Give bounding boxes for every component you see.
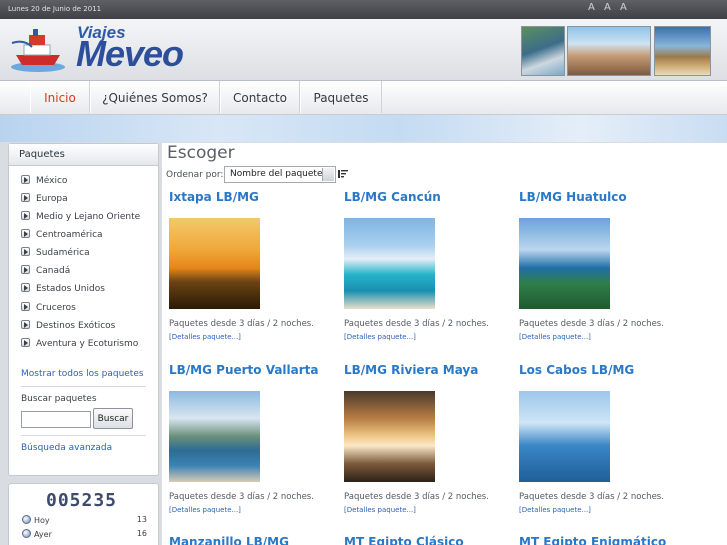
- arrow-bullet-icon: [21, 283, 30, 292]
- order-select[interactable]: Nombre del paquete: [224, 166, 336, 183]
- arrow-bullet-icon: [21, 229, 30, 238]
- package-title[interactable]: Manzanillo LB/MG: [169, 535, 289, 545]
- package-details-link[interactable]: [Detalles paquete...]: [169, 333, 241, 341]
- sort-direction-icon[interactable]: [338, 169, 348, 179]
- package-title[interactable]: Los Cabos LB/MG: [519, 363, 634, 377]
- package-title[interactable]: LB/MG Puerto Vallarta: [169, 363, 319, 377]
- package-desc: Paquetes desde 3 días / 2 noches.: [344, 319, 489, 329]
- current-date: Lunes 20 de Junio de 2011: [8, 5, 102, 13]
- show-all-packages-link[interactable]: Mostrar todos los paquetes: [21, 369, 144, 379]
- order-label: Ordenar por:: [166, 170, 224, 180]
- sidebar-item-estados-unidos[interactable]: Estados Unidos: [21, 282, 105, 296]
- arrow-bullet-icon: [21, 302, 30, 311]
- logo-text-big[interactable]: Meveo: [76, 33, 184, 75]
- sidebar-item-europa[interactable]: Europa: [21, 192, 68, 206]
- package-details-link[interactable]: [Detalles paquete...]: [344, 333, 416, 341]
- top-strip: Lunes 20 de Junio de 2011 A A A: [0, 0, 727, 19]
- package-title[interactable]: LB/MG Riviera Maya: [344, 363, 478, 377]
- arrow-bullet-icon: [21, 320, 30, 329]
- nav-item-contacto[interactable]: Contacto: [220, 81, 300, 113]
- counter-row-today: Hoy 13: [22, 515, 147, 525]
- package-image[interactable]: [344, 391, 435, 482]
- font-size-controls[interactable]: A A A: [588, 2, 630, 13]
- sidebar-title: Paquetes: [9, 144, 158, 166]
- package-title[interactable]: LB/MG Cancún: [344, 190, 441, 204]
- sidebar-packages: Paquetes México Europa Medio y Lejano Or…: [8, 143, 159, 476]
- counter-row-yesterday: Ayer 16: [22, 529, 147, 539]
- sidebar-item-aventura[interactable]: Aventura y Ecoturismo: [21, 337, 138, 351]
- visitor-total: 005235: [46, 490, 118, 511]
- yesterday-icon: [22, 529, 31, 538]
- package-desc: Paquetes desde 3 días / 2 noches.: [344, 492, 489, 502]
- package-title[interactable]: MT Egipto Enigmático: [519, 535, 666, 545]
- sidebar-item-destinos-exoticos[interactable]: Destinos Exóticos: [21, 319, 115, 333]
- sidebar-item-centroamerica[interactable]: Centroamérica: [21, 228, 103, 242]
- package-desc: Paquetes desde 3 días / 2 noches.: [519, 319, 664, 329]
- arrow-bullet-icon: [21, 175, 30, 184]
- package-image[interactable]: [519, 391, 610, 482]
- sidebar-item-sudamerica[interactable]: Sudamérica: [21, 246, 90, 260]
- main-nav: Inicio ¿Quiénes Somos? Contacto Paquetes: [0, 81, 727, 115]
- nav-item-quienes-somos[interactable]: ¿Quiénes Somos?: [90, 81, 220, 113]
- header-photo-palapa: [654, 26, 711, 76]
- arrow-bullet-icon: [21, 247, 30, 256]
- ship-logo-icon[interactable]: [10, 25, 68, 73]
- site-header: Viajes Meveo: [0, 19, 727, 81]
- advanced-search-link[interactable]: Búsqueda avanzada: [21, 443, 112, 453]
- search-label: Buscar paquetes: [21, 394, 97, 404]
- today-icon: [22, 515, 31, 524]
- arrow-bullet-icon: [21, 265, 30, 274]
- sidebar-divider: [21, 435, 146, 436]
- nav-item-inicio[interactable]: Inicio: [30, 81, 90, 113]
- sidebar-item-medio-oriente[interactable]: Medio y Lejano Oriente: [21, 210, 140, 224]
- decorative-band: [0, 115, 727, 142]
- package-details-link[interactable]: [Detalles paquete...]: [169, 506, 241, 514]
- package-desc: Paquetes desde 3 días / 2 noches.: [169, 319, 314, 329]
- search-button[interactable]: Buscar: [93, 408, 133, 429]
- page-title: Escoger: [167, 143, 235, 163]
- main-content: Escoger Ordenar por: Nombre del paquete …: [162, 143, 727, 545]
- package-title[interactable]: LB/MG Huatulco: [519, 190, 627, 204]
- sidebar-item-canada[interactable]: Canadá: [21, 264, 70, 278]
- header-photo-waterfall: [521, 26, 565, 76]
- package-desc: Paquetes desde 3 días / 2 noches.: [519, 492, 664, 502]
- package-details-link[interactable]: [Detalles paquete...]: [519, 333, 591, 341]
- package-image[interactable]: [344, 218, 435, 309]
- arrow-bullet-icon: [21, 338, 30, 347]
- visitor-counter: 005235 Hoy 13 Ayer 16: [8, 483, 159, 545]
- search-input[interactable]: [21, 411, 91, 428]
- sidebar-item-mexico[interactable]: México: [21, 174, 67, 188]
- package-image[interactable]: [169, 218, 260, 309]
- sidebar-item-cruceros[interactable]: Cruceros: [21, 301, 76, 315]
- chevron-down-icon: [322, 168, 334, 181]
- package-image[interactable]: [169, 391, 260, 482]
- arrow-bullet-icon: [21, 211, 30, 220]
- package-details-link[interactable]: [Detalles paquete...]: [344, 506, 416, 514]
- header-photo-group: [567, 26, 651, 76]
- nav-item-paquetes[interactable]: Paquetes: [300, 81, 382, 113]
- sidebar-divider: [21, 386, 146, 387]
- package-image[interactable]: [519, 218, 610, 309]
- package-details-link[interactable]: [Detalles paquete...]: [519, 506, 591, 514]
- package-title[interactable]: MT Egipto Clásico: [344, 535, 464, 545]
- package-title[interactable]: Ixtapa LB/MG: [169, 190, 259, 204]
- package-desc: Paquetes desde 3 días / 2 noches.: [169, 492, 314, 502]
- arrow-bullet-icon: [21, 193, 30, 202]
